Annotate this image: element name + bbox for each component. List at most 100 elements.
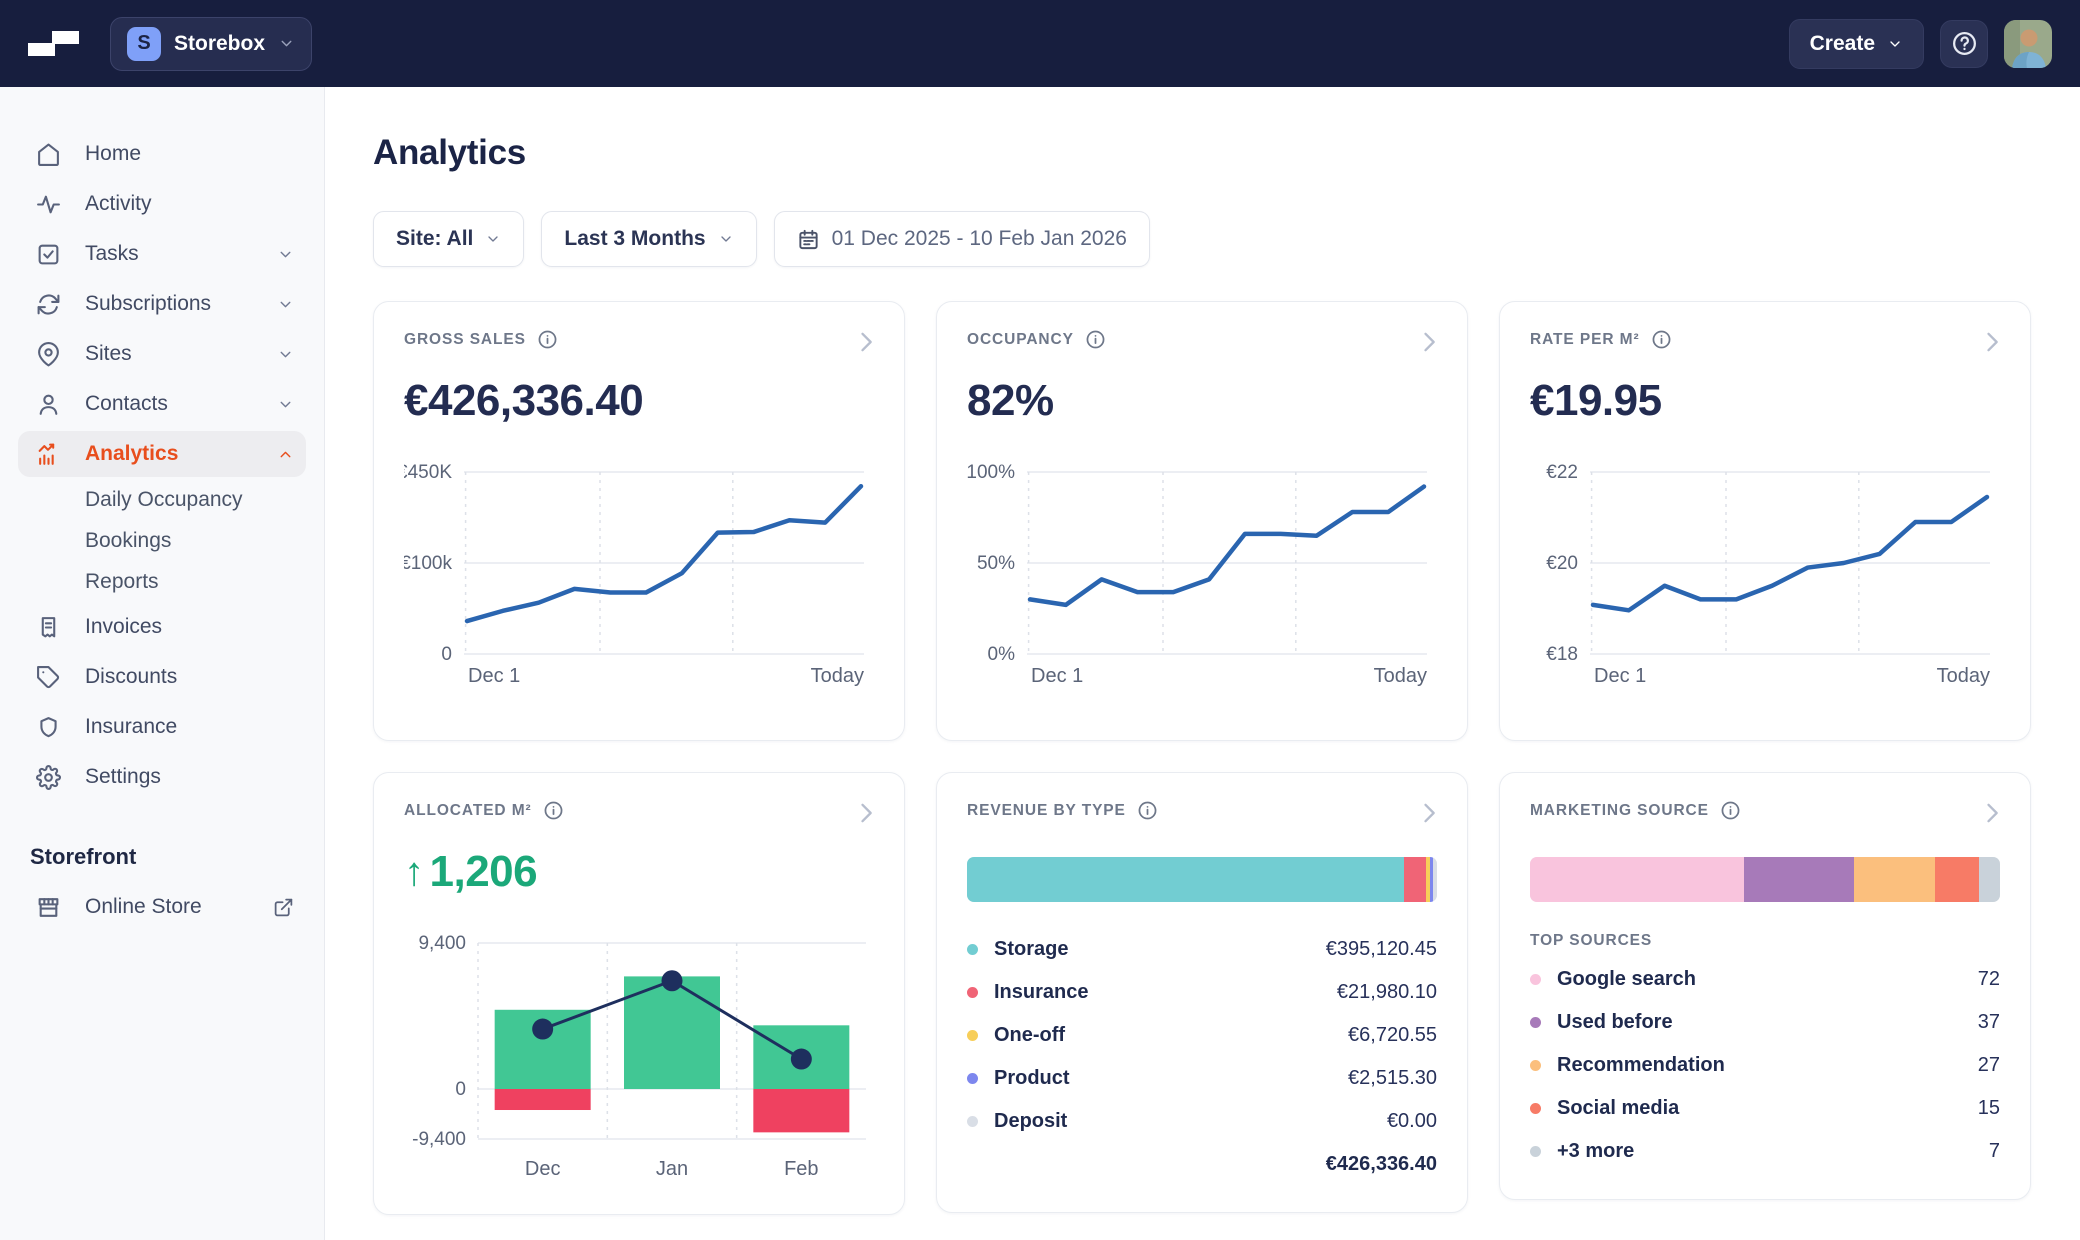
sidebar-item-settings[interactable]: Settings — [0, 752, 324, 802]
date-range-button[interactable]: 01 Dec 2025 - 10 Feb Jan 2026 — [774, 211, 1150, 267]
contacts-icon — [36, 392, 61, 417]
sidebar-item-tasks[interactable]: Tasks — [0, 229, 324, 279]
external-link-icon — [273, 897, 294, 918]
site-filter-button[interactable]: Site: All — [373, 211, 524, 267]
legend-dot — [1530, 1017, 1541, 1028]
occupancy-card: OCCUPANCY 82% 100%50%0%Dec 1Today — [936, 301, 1468, 741]
sidebar-subitem-label: Reports — [85, 570, 159, 594]
create-label: Create — [1810, 32, 1875, 56]
legend-label: Social media — [1557, 1097, 1679, 1120]
create-button[interactable]: Create — [1789, 19, 1924, 69]
card-title: GROSS SALES — [404, 331, 526, 349]
card-title: MARKETING SOURCE — [1530, 802, 1709, 820]
info-icon[interactable] — [1720, 800, 1741, 821]
workspace-switcher[interactable]: S Storebox — [110, 17, 312, 71]
bar-segment — [967, 857, 1404, 902]
workspace-badge: S — [127, 27, 161, 61]
user-avatar[interactable] — [2004, 20, 2052, 68]
occupancy-chart: 100%50%0%Dec 1Today — [967, 460, 1437, 693]
sidebar-subitem-bookings[interactable]: Bookings — [0, 520, 324, 561]
sidebar-item-analytics[interactable]: Analytics — [18, 431, 306, 477]
legend-dot — [967, 1116, 978, 1127]
chevron-down-icon — [278, 35, 295, 52]
svg-text:€22: €22 — [1546, 462, 1578, 483]
revenue-by-type-card: REVENUE BY TYPE Storage €395,120.45 Insu… — [936, 772, 1468, 1213]
gross-sales-card: GROSS SALES €426,336.40 €450K€100k0Dec 1… — [373, 301, 905, 741]
svg-text:€20: €20 — [1546, 553, 1578, 574]
sidebar-item-activity[interactable]: Activity — [0, 179, 324, 229]
company-logo-icon — [28, 31, 80, 57]
sidebar-item-label: Invoices — [85, 615, 162, 639]
legend-row: Insurance €21,980.10 — [967, 971, 1437, 1014]
chevron-down-icon — [277, 296, 294, 313]
sidebar-section-storefront: Storefront — [0, 802, 324, 882]
sidebar-item-subscriptions[interactable]: Subscriptions — [0, 279, 324, 329]
sidebar-subitem-reports[interactable]: Reports — [0, 561, 324, 602]
legend-row: Used before 37 — [1530, 1001, 2000, 1044]
period-filter-button[interactable]: Last 3 Months — [541, 211, 756, 267]
svg-text:€18: €18 — [1546, 644, 1578, 665]
sidebar-item-insurance[interactable]: Insurance — [0, 702, 324, 752]
legend-label: Insurance — [994, 981, 1088, 1004]
question-icon — [1951, 30, 1978, 57]
legend-dot — [1530, 974, 1541, 985]
legend-value: €6,720.55 — [1348, 1024, 1437, 1047]
sidebar-item-contacts[interactable]: Contacts — [0, 379, 324, 429]
gross-sales-chart: €450K€100k0Dec 1Today — [404, 460, 874, 693]
chevron-right-icon[interactable] — [1415, 328, 1443, 356]
card-title: REVENUE BY TYPE — [967, 802, 1126, 820]
discounts-icon — [36, 665, 61, 690]
legend-value: 37 — [1978, 1011, 2000, 1034]
revenue-total: €426,336.40 — [967, 1143, 1437, 1186]
sidebar-item-discounts[interactable]: Discounts — [0, 652, 324, 702]
sidebar-item-label: Contacts — [85, 392, 168, 416]
info-icon[interactable] — [537, 329, 558, 350]
marketing-stacked-bar — [1530, 857, 2000, 902]
legend-row: Deposit €0.00 — [967, 1100, 1437, 1143]
svg-text:Dec: Dec — [525, 1158, 561, 1180]
info-icon[interactable] — [543, 800, 564, 821]
sidebar-item-online-store[interactable]: Online Store — [0, 882, 324, 932]
legend-dot — [1530, 1146, 1541, 1157]
chevron-right-icon[interactable] — [852, 799, 880, 827]
svg-text:Today: Today — [811, 665, 864, 687]
chevron-right-icon[interactable] — [1978, 799, 2006, 827]
site-filter-label: Site: All — [396, 227, 473, 251]
info-icon[interactable] — [1137, 800, 1158, 821]
sidebar-item-label: Subscriptions — [85, 292, 211, 316]
legend-dot — [1530, 1103, 1541, 1114]
svg-text:Dec 1: Dec 1 — [1594, 665, 1646, 687]
rate-per-m2-card: RATE PER M² €19.95 €22€20€18Dec 1Today — [1499, 301, 2031, 741]
main-content: Analytics Site: All Last 3 Months 01 Dec… — [325, 87, 2080, 1240]
insurance-icon — [36, 715, 61, 740]
legend-value: €395,120.45 — [1326, 938, 1437, 961]
chevron-right-icon[interactable] — [852, 328, 880, 356]
sidebar-item-home[interactable]: Home — [0, 129, 324, 179]
chevron-right-icon[interactable] — [1978, 328, 2006, 356]
rate-per-m2-chart: €22€20€18Dec 1Today — [1530, 460, 2000, 693]
period-filter-label: Last 3 Months — [564, 227, 705, 251]
svg-text:Today: Today — [1374, 665, 1427, 687]
workspace-name: Storebox — [174, 32, 265, 56]
legend-value: 15 — [1978, 1097, 2000, 1120]
sidebar-item-invoices[interactable]: Invoices — [0, 602, 324, 652]
chevron-down-icon — [277, 346, 294, 363]
svg-text:€100k: €100k — [404, 553, 452, 574]
sidebar-item-sites[interactable]: Sites — [0, 329, 324, 379]
allocated-m2-chart: 9,4000-9,400DecJanFeb — [404, 931, 874, 1188]
legend-value: €21,980.10 — [1337, 981, 1437, 1004]
info-icon[interactable] — [1651, 329, 1672, 350]
revenue-stacked-bar — [967, 857, 1437, 902]
date-range-label: 01 Dec 2025 - 10 Feb Jan 2026 — [832, 227, 1127, 251]
svg-text:Feb: Feb — [784, 1158, 818, 1180]
rate-per-m2-value: €19.95 — [1530, 376, 2000, 426]
legend-label: Google search — [1557, 968, 1696, 991]
legend-label: Used before — [1557, 1011, 1673, 1034]
svg-text:Dec 1: Dec 1 — [1031, 665, 1083, 687]
info-icon[interactable] — [1085, 329, 1106, 350]
chevron-right-icon[interactable] — [1415, 799, 1443, 827]
sidebar-subitem-daily-occupancy[interactable]: Daily Occupancy — [0, 479, 324, 520]
legend-dot — [967, 1073, 978, 1084]
legend-dot — [967, 944, 978, 955]
help-button[interactable] — [1940, 20, 1988, 68]
